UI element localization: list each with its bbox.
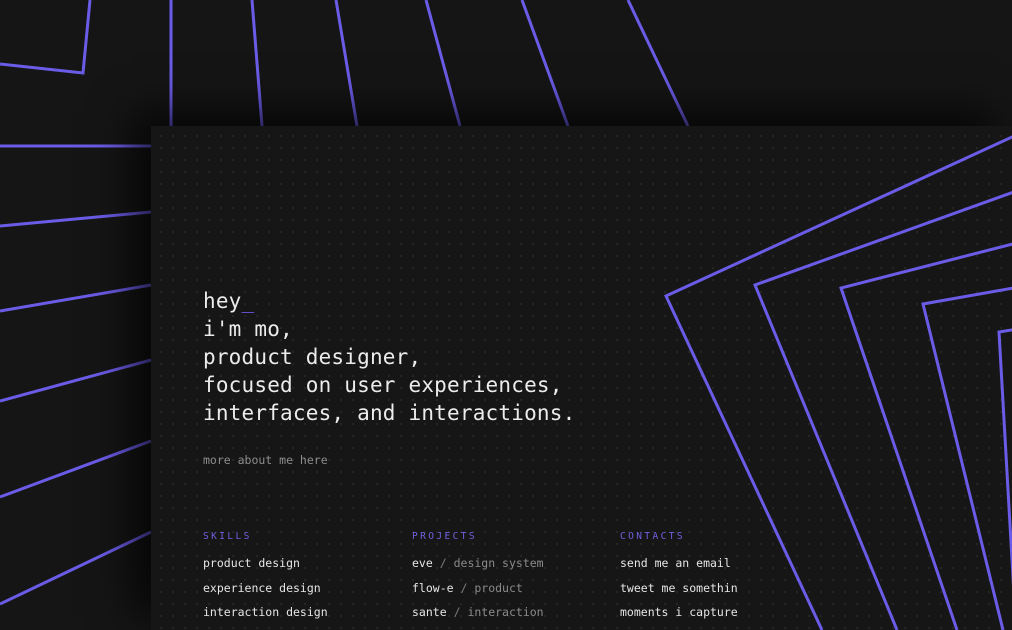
skills-column: SKILLS product design experience design … bbox=[203, 531, 328, 625]
projects-column: PROJECTS eve / design system flow-e / pr… bbox=[412, 531, 544, 625]
skill-item[interactable]: product design bbox=[203, 551, 328, 576]
intro-line-focus: focused on user experiences, bbox=[203, 373, 563, 397]
skill-item[interactable]: experience design bbox=[203, 576, 328, 601]
intro-text: hey_ i'm mo, product designer, focused o… bbox=[203, 287, 575, 427]
main-card: hey_ i'm mo, product designer, focused o… bbox=[151, 126, 1012, 630]
more-about-me-link[interactable]: more about me here bbox=[203, 453, 328, 467]
bg-line bbox=[0, 439, 152, 499]
intro-line-greeting: hey_ bbox=[203, 287, 575, 315]
bg-line bbox=[250, 0, 264, 127]
project-name: sante bbox=[412, 605, 447, 619]
greeting: hey bbox=[203, 289, 242, 313]
intro-line-areas: interfaces, and interactions. bbox=[203, 401, 576, 425]
skill-item[interactable]: interaction design bbox=[203, 600, 328, 625]
bg-line bbox=[0, 358, 152, 403]
card-line bbox=[839, 242, 1012, 630]
bg-line bbox=[0, 530, 152, 606]
project-item-sante[interactable]: sante / interaction bbox=[412, 600, 544, 625]
intro-line-name: i'm mo, bbox=[203, 317, 293, 341]
project-item-flow-e[interactable]: flow-e / product bbox=[412, 576, 544, 601]
bg-line bbox=[0, 283, 152, 313]
skills-heading: SKILLS bbox=[203, 531, 252, 542]
project-name: eve bbox=[412, 556, 433, 570]
project-separator: / bbox=[453, 605, 461, 619]
project-category: design system bbox=[453, 556, 544, 570]
contacts-column: CONTACTS send me an email tweet me somet… bbox=[620, 531, 738, 625]
bg-line bbox=[520, 0, 570, 127]
project-category: product bbox=[474, 580, 523, 595]
cursor-underscore: _ bbox=[241, 289, 255, 313]
bg-line bbox=[334, 0, 359, 127]
projects-heading: PROJECTS bbox=[412, 531, 477, 542]
project-separator: / bbox=[439, 556, 447, 570]
contacts-heading: CONTACTS bbox=[620, 531, 685, 542]
project-category: interaction bbox=[467, 605, 544, 619]
bg-line bbox=[0, 210, 152, 228]
project-separator: / bbox=[460, 580, 468, 595]
card-line bbox=[753, 191, 1012, 630]
bg-line bbox=[0, 0, 92, 75]
bg-line bbox=[424, 0, 462, 127]
card-line bbox=[997, 328, 1012, 587]
project-name: flow-e bbox=[412, 580, 454, 595]
contact-photos-link[interactable]: moments i capture bbox=[620, 600, 738, 625]
bg-line bbox=[626, 0, 690, 127]
project-item-eve[interactable]: eve / design system bbox=[412, 551, 544, 576]
contact-twitter-link[interactable]: tweet me somethin bbox=[620, 576, 738, 601]
contact-email-link[interactable]: send me an email bbox=[620, 551, 738, 576]
intro-line-role: product designer, bbox=[203, 345, 422, 369]
